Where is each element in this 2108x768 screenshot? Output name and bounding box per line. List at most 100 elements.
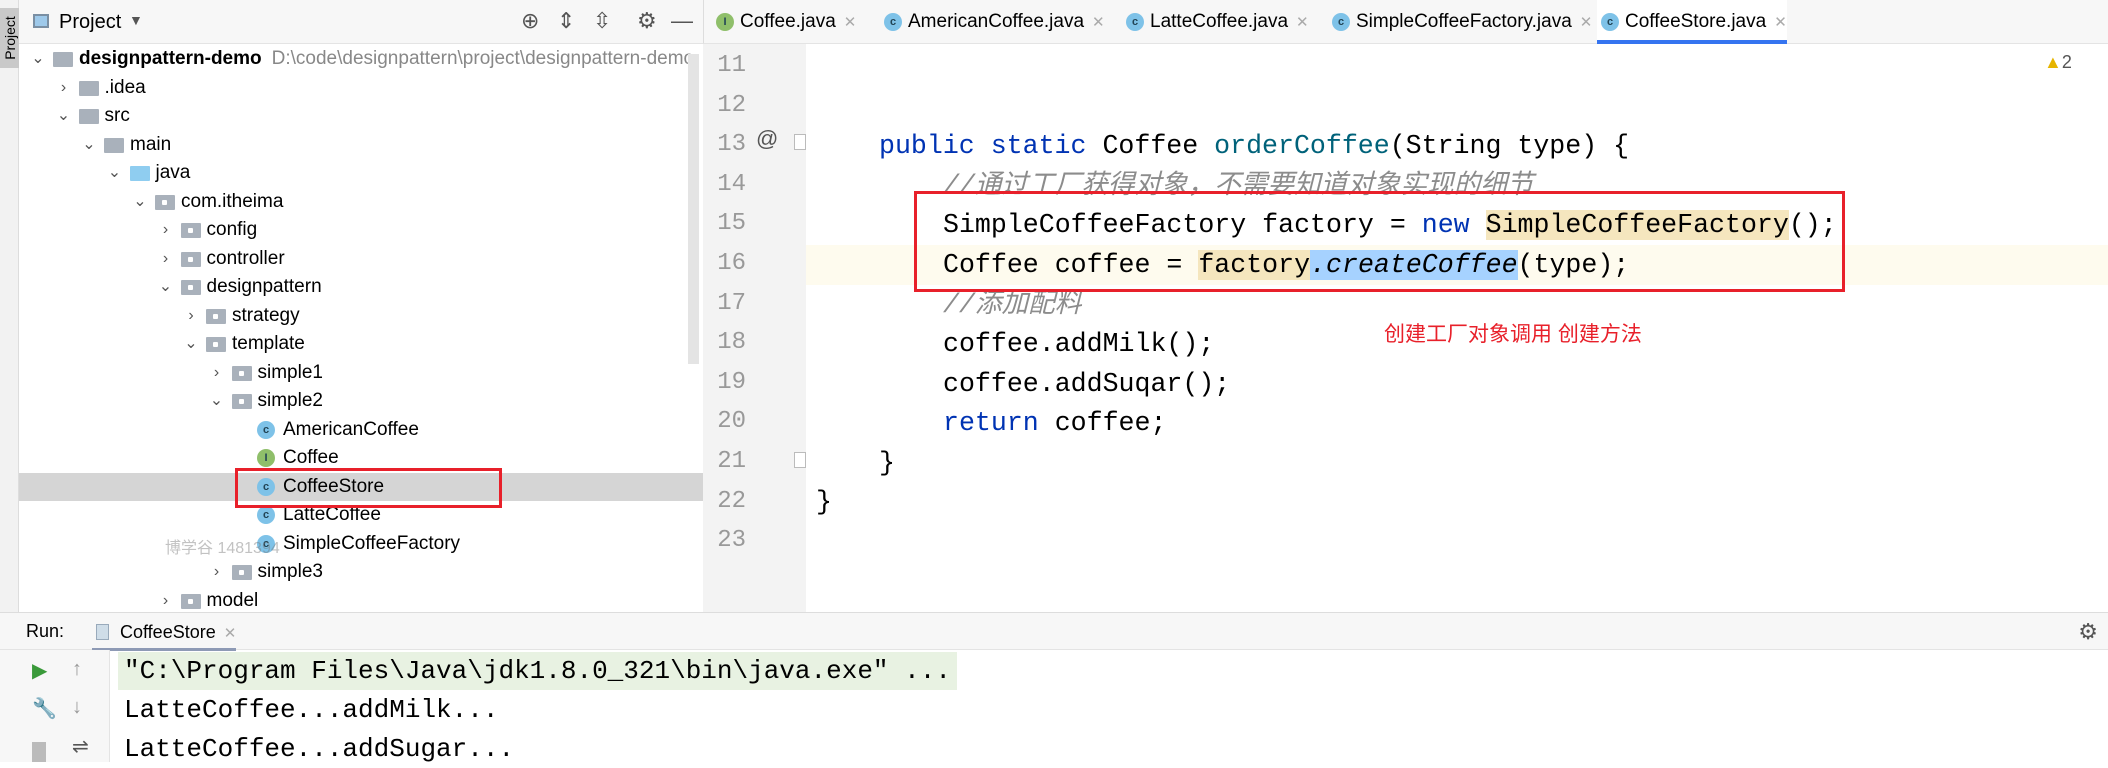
fold-end-icon[interactable] [794, 452, 806, 468]
chevron-down-icon[interactable]: ⌄ [31, 45, 45, 73]
down-arrow-icon[interactable]: ↓ [72, 696, 82, 719]
tree-item[interactable]: › model [19, 587, 703, 613]
hide-icon[interactable]: — [671, 8, 693, 34]
tree-item[interactable]: ⌄ com.itheima [19, 188, 703, 216]
chevron-down-icon[interactable]: ⌄ [108, 159, 122, 187]
chevron-down-icon[interactable]: ⌄ [210, 387, 224, 415]
left-tool-stripe: Project [0, 0, 19, 612]
soft-wrap-icon[interactable]: ⇌ [72, 734, 89, 759]
editor-tabs: I Coffee.java ✕ c AmericanCoffee.java ✕ c Latte… [703, 0, 2108, 44]
override-marker-icon[interactable]: @ [756, 126, 778, 152]
chevron-down-icon[interactable]: ⌄ [57, 102, 71, 130]
close-icon[interactable]: ✕ [1296, 14, 1309, 31]
code-line-19[interactable]: coffee.addSuqar(); [943, 364, 1230, 404]
editor-tab[interactable]: c SimpleCoffeeFactory.java ✕ [1328, 0, 1592, 44]
line-number: 21 [717, 448, 746, 475]
tree-item[interactable]: ⌄ template [19, 330, 703, 358]
tree-item-label: template [232, 333, 305, 354]
tree-item[interactable]: ⌄ java [19, 159, 703, 187]
editor-tab[interactable]: c CoffeeStore.java ✕ [1597, 0, 1787, 44]
editor-tab[interactable]: c LatteCoffee.java ✕ [1122, 0, 1309, 44]
up-arrow-icon[interactable]: ↑ [72, 658, 82, 681]
tree-item[interactable]: ⌄ simple2 [19, 387, 703, 415]
line-number: 22 [717, 487, 746, 515]
tree-item-label: model [206, 589, 259, 611]
tree-item[interactable]: ⌄ designpattern [19, 273, 703, 301]
stop-icon[interactable] [32, 742, 46, 762]
tree-item[interactable]: › simple3 [19, 558, 703, 586]
tree-item-label: simple1 [257, 361, 323, 383]
folder-icon [53, 52, 73, 67]
tree-item[interactable]: c SimpleCoffeeFactory [19, 530, 703, 558]
code-line-22[interactable]: } [816, 482, 832, 522]
folder-icon [78, 109, 99, 124]
close-icon[interactable]: ✕ [1774, 14, 1787, 31]
locate-icon[interactable]: ⊕ [521, 8, 539, 34]
tree-item[interactable]: › controller [19, 245, 703, 273]
tree-item-label: controller [206, 247, 285, 269]
console-line: LatteCoffee...addSugar... [124, 734, 515, 764]
tree-item[interactable]: ⌄ main [19, 131, 703, 159]
package-icon [180, 593, 201, 609]
close-icon[interactable]: ✕ [224, 625, 237, 642]
editor-tab[interactable]: I Coffee.java ✕ [712, 0, 856, 44]
chevron-down-icon[interactable]: ▼ [129, 12, 143, 28]
package-icon [231, 365, 252, 381]
close-icon[interactable]: ✕ [1092, 14, 1105, 31]
package-icon [206, 337, 226, 352]
chevron-down-icon[interactable]: ⌄ [82, 131, 96, 159]
close-icon[interactable]: ✕ [844, 14, 857, 31]
editor-tab[interactable]: c AmericanCoffee.java ✕ [880, 0, 1105, 44]
collapse-all-icon[interactable]: ⇳ [593, 8, 611, 34]
chevron-right-icon[interactable]: › [57, 74, 71, 102]
tree-item-label: main [130, 133, 172, 155]
line-number: 15 [717, 210, 746, 238]
warning-count: 2 [2061, 52, 2072, 72]
run-config-icon [96, 624, 109, 640]
tree-item-label: SimpleCoffeeFactory [283, 532, 461, 554]
code-line-13[interactable]: public static Coffee orderCoffee(String … [879, 126, 1629, 166]
gear-icon[interactable]: ⚙ [2078, 619, 2098, 645]
run-panel-header: Run: CoffeeStore ✕ ⚙ [0, 612, 2108, 651]
chevron-down-icon[interactable]: ⌄ [133, 188, 147, 216]
tree-item[interactable]: › simple1 [19, 359, 703, 387]
wrench-icon[interactable]: 🔧 [32, 696, 57, 721]
tree-item[interactable]: › config [19, 216, 703, 244]
chevron-right-icon[interactable]: › [210, 558, 224, 586]
code-line-20[interactable]: return coffee; [943, 403, 1166, 443]
chevron-right-icon[interactable]: › [159, 587, 173, 613]
tree-item-label: simple3 [257, 561, 323, 582]
project-tool-label: Project [2, 16, 18, 60]
folder-icon [104, 137, 124, 153]
code-line-21[interactable]: } [879, 443, 895, 483]
fold-icon[interactable] [794, 134, 806, 150]
tree-item-label: simple2 [257, 390, 323, 411]
chevron-right-icon[interactable]: › [184, 302, 198, 330]
project-scrollbar[interactable] [688, 54, 699, 364]
tree-item[interactable]: › .idea [19, 74, 703, 102]
rerun-icon[interactable]: ▶ [32, 658, 47, 683]
close-icon[interactable]: ✕ [1580, 14, 1593, 31]
code-line-18[interactable]: coffee.addMilk(); [943, 324, 1214, 364]
expand-all-icon[interactable]: ⇕ [557, 8, 575, 34]
tree-item[interactable]: › strategy [19, 302, 703, 330]
chevron-right-icon[interactable]: › [210, 359, 224, 387]
tree-item-label: designpattern-demo D:\code\designpattern\… [79, 45, 694, 73]
line-number: 12 [717, 91, 746, 119]
tree-item[interactable]: ⌄ designpattern-demo D:\code\designpattern… [19, 45, 703, 73]
highlight-box-coffeestore [235, 468, 502, 508]
gear-icon[interactable]: ⚙ [637, 8, 657, 34]
chevron-right-icon[interactable]: › [159, 216, 173, 244]
project-view-selector[interactable]: Project [59, 11, 121, 34]
warnings-indicator[interactable]: ▲2 [2044, 52, 2072, 73]
run-tab-coffeestore[interactable]: CoffeeStore ✕ [92, 613, 237, 651]
chevron-down-icon[interactable]: ⌄ [159, 273, 173, 301]
package-icon [231, 394, 252, 409]
project-tool-button[interactable]: Project [0, 8, 19, 68]
tree-item-label: config [206, 219, 258, 240]
package-icon [206, 308, 226, 324]
chevron-down-icon[interactable]: ⌄ [184, 330, 198, 358]
chevron-right-icon[interactable]: › [159, 245, 173, 273]
tree-item[interactable]: ⌄ src [19, 102, 703, 130]
tree-item[interactable]: c AmericanCoffee [19, 416, 703, 444]
